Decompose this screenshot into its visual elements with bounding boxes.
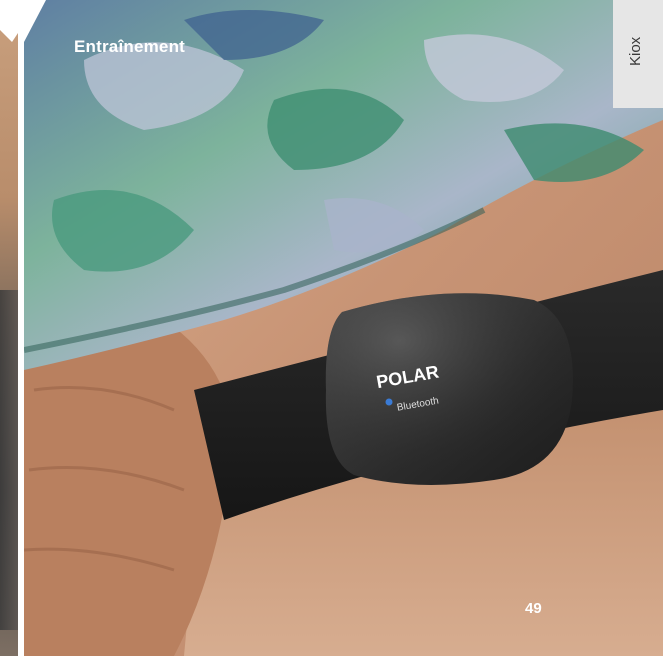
chapter-tab: Kiox (613, 0, 663, 108)
manual-page: POLAR Bluetooth Entraînement Kiox 49 (0, 0, 663, 656)
page-number: 49 (525, 600, 542, 617)
chest-strap-photo: POLAR Bluetooth (24, 0, 663, 656)
adjacent-photo-shadow (0, 290, 18, 630)
notch-arrow-icon (0, 0, 70, 42)
section-title: Entraînement (74, 37, 186, 56)
bluetooth-icon (385, 398, 393, 406)
photo-illustration: POLAR Bluetooth (24, 0, 663, 656)
chapter-tab-label: Kiox (627, 36, 644, 66)
